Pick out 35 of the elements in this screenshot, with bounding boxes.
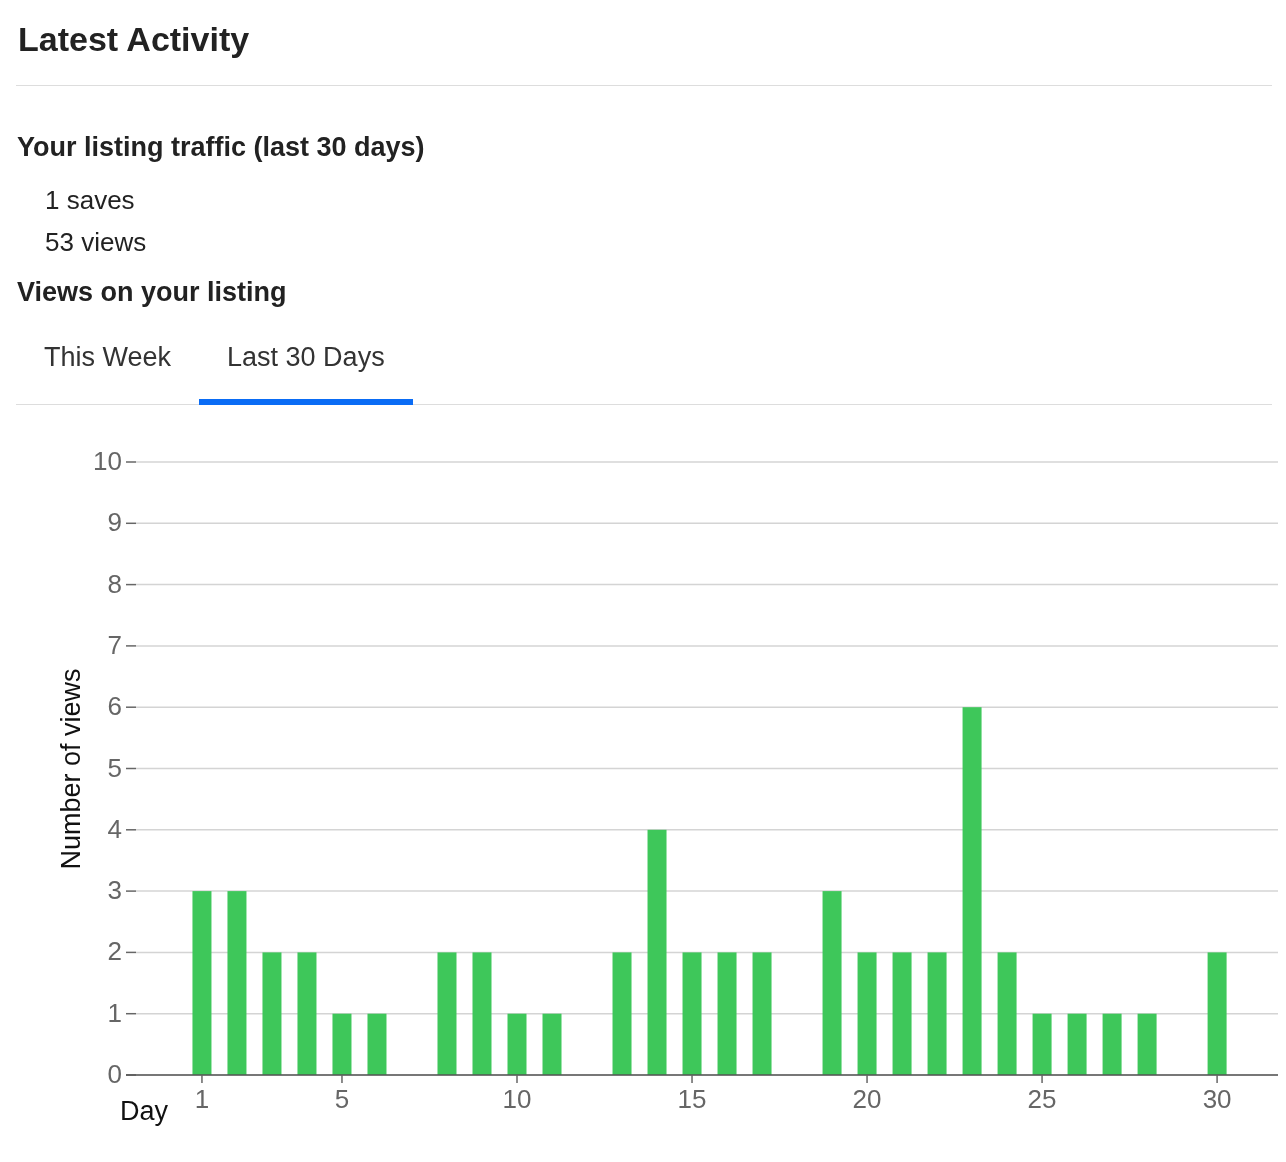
bar: [507, 1013, 527, 1075]
y-axis-tick-label: 10: [93, 446, 122, 476]
y-axis-tick-label: 3: [107, 875, 122, 906]
y-axis-tick-label: 2: [107, 936, 122, 967]
x-axis-tick-label: 20: [852, 1084, 882, 1114]
y-axis-tick-label: 7: [107, 629, 122, 660]
y-axis-tick-label: 0: [107, 1059, 122, 1089]
x-axis-label: Day: [120, 1096, 168, 1126]
x-axis-tick-label: 10: [502, 1084, 532, 1114]
y-axis-tick-label: 5: [107, 752, 122, 783]
views-heading: Views on your listing: [16, 276, 288, 308]
x-axis-tick-label: 30: [1202, 1084, 1232, 1114]
section-title: Latest Activity: [17, 19, 251, 60]
y-axis-tick-label: 1: [107, 997, 122, 1028]
tab[interactable]: Last 30 Days: [199, 326, 413, 405]
x-axis-tick-label: 25: [1027, 1084, 1057, 1114]
bar: [1137, 1013, 1157, 1075]
bar: [1067, 1013, 1087, 1075]
y-axis-tick-label: 6: [107, 691, 122, 722]
bar: [542, 1013, 562, 1075]
y-axis-label: Number of views: [56, 668, 86, 870]
x-axis-tick-label: 15: [677, 1084, 707, 1114]
traffic-heading: Your listing traffic (last 30 days): [16, 131, 426, 164]
tab[interactable]: This Week: [16, 326, 200, 405]
bar: [1032, 1013, 1052, 1075]
y-axis-tick-label: 4: [107, 813, 122, 844]
x-axis-tick-label: 5: [334, 1084, 350, 1114]
y-axis-tick-label: 9: [107, 507, 122, 538]
bar: [1102, 1013, 1122, 1075]
traffic-stat: 53 views: [45, 226, 148, 259]
x-axis-tick-label: 1: [194, 1084, 210, 1114]
bar: [332, 1013, 352, 1075]
bar: [367, 1013, 387, 1075]
traffic-stat: 1 saves: [45, 184, 136, 217]
y-axis-tick-label: 8: [107, 568, 122, 599]
